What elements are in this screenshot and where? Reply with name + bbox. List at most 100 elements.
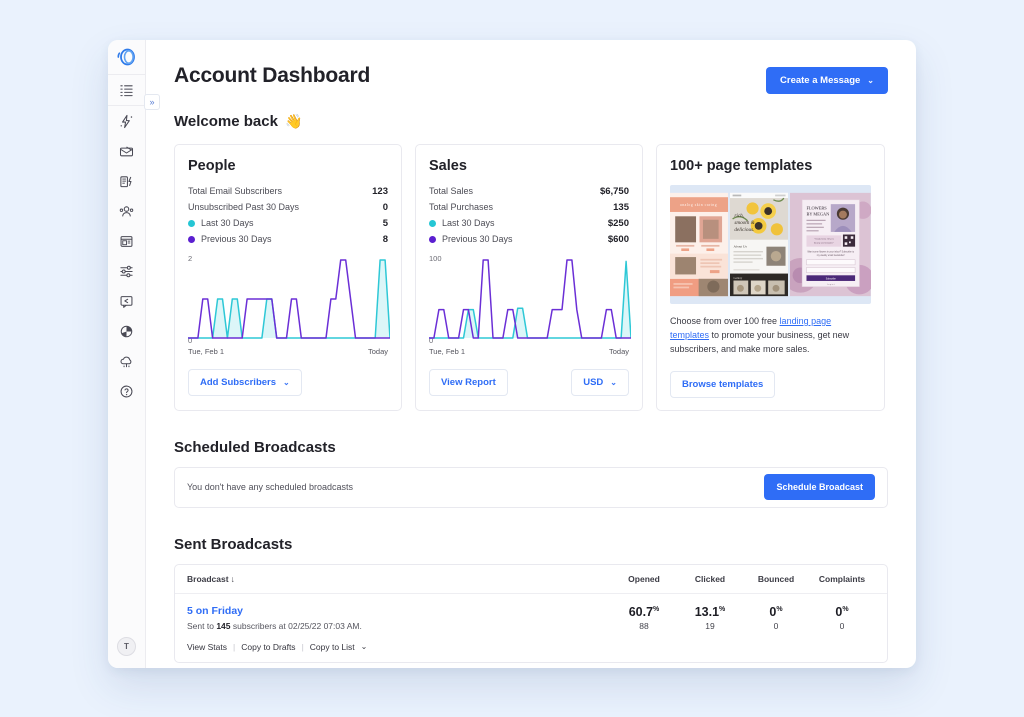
add-subscribers-button[interactable]: Add Subscribers ⌄ <box>188 369 302 396</box>
broadcast-cell: 5 on Friday Sent to 145 subscribers at 0… <box>187 605 611 652</box>
svg-text:my weekly email newsletter!: my weekly email newsletter! <box>817 254 845 257</box>
stat-label-with-dot: Previous 30 Days <box>188 234 272 244</box>
sidebar-item-broadcasts[interactable] <box>108 166 146 196</box>
sent-broadcasts-title: Sent Broadcasts <box>174 535 293 553</box>
sales-chart-svg <box>429 259 631 339</box>
template-thumb-florist: FLOWERS BY MEGAN "I make home flowers dr… <box>790 192 871 297</box>
action-separator: | <box>233 641 236 652</box>
currency-label: USD <box>583 377 604 388</box>
scheduled-broadcasts-title: Scheduled Broadcasts <box>174 438 336 456</box>
metric-opened-percent: 60.7% <box>611 605 677 619</box>
metric-complaints-percent: 0% <box>809 605 875 619</box>
cloud-icon <box>120 356 132 367</box>
sort-arrow-icon: ↓ <box>230 573 235 584</box>
percent-sign: % <box>842 605 849 613</box>
schedule-broadcast-button[interactable]: Schedule Broadcast <box>764 474 875 501</box>
browse-templates-label: Browse templates <box>682 378 764 390</box>
stat-value: 135 <box>613 201 629 213</box>
templates-preview-image: analog skin caring rich, smooth & delici… <box>670 185 871 304</box>
column-header-bounced[interactable]: Bounced <box>743 574 809 584</box>
sent-broadcasts-table: Broadcast ↓ Opened Clicked Bounced Compl… <box>174 563 888 663</box>
template-thumb-beauty: analog skin caring <box>670 192 729 297</box>
convertkit-logo-icon <box>116 48 135 66</box>
welcome-heading: Welcome back 👋 <box>174 113 888 130</box>
templates-copy-before: Choose from over 100 free <box>670 316 780 326</box>
summary-cards: People Total Email Subscribers 123 Unsub… <box>174 144 888 411</box>
legend-dot-last-30 <box>188 219 195 227</box>
sidebar-item-subscribers[interactable] <box>108 196 146 226</box>
metric-opened: 60.7% 88 <box>611 605 677 631</box>
stat-label: Total Purchases <box>429 202 494 212</box>
column-header-broadcast[interactable]: Broadcast ↓ <box>187 574 611 584</box>
stat-row: Previous 30 Days $600 <box>429 231 629 247</box>
svg-text:delicious.: delicious. <box>734 227 754 233</box>
templates-description: Choose from over 100 free landing page t… <box>670 315 871 357</box>
broadcast-subtitle: Sent to 145 subscribers at 02/25/22 07:0… <box>187 621 611 631</box>
currency-selector[interactable]: USD ⌄ <box>571 369 629 396</box>
svg-text:dreamy and romantic": dreamy and romantic" <box>814 243 834 245</box>
sidebar-item-automations[interactable] <box>108 106 146 136</box>
people-card: People Total Email Subscribers 123 Unsub… <box>174 144 402 411</box>
table-row: 5 on Friday Sent to 145 subscribers at 0… <box>175 594 887 662</box>
wave-hand-icon: 👋 <box>284 113 303 129</box>
metric-value: 13.1 <box>694 604 720 619</box>
copy-to-list-link[interactable]: Copy to List <box>310 642 355 652</box>
percent-sign: % <box>719 605 726 613</box>
column-header-broadcast-label: Broadcast <box>187 573 229 584</box>
broadcast-title-link[interactable]: 5 on Friday <box>187 605 611 617</box>
people-chart-x-end: Today <box>367 347 388 356</box>
sales-chart-x-start: Tue, Feb 1 <box>429 347 465 356</box>
stat-value: 0 <box>382 201 388 213</box>
main-content: Account Dashboard Create a Message ⌄ Wel… <box>146 40 916 668</box>
avatar[interactable]: T <box>117 637 136 656</box>
view-stats-link[interactable]: View Stats <box>187 642 227 652</box>
svg-text:FLOWERS: FLOWERS <box>807 205 828 210</box>
create-message-button[interactable]: Create a Message ⌄ <box>766 67 888 94</box>
stat-row: Total Purchases 135 <box>429 199 629 215</box>
lightning-icon <box>120 114 133 128</box>
svg-text:f o p in t: f o p in t <box>827 283 835 286</box>
landing-page-icon <box>120 235 133 247</box>
sent-count: 145 <box>216 620 231 631</box>
metric-complaints: 0% 0 <box>809 605 875 631</box>
browse-templates-button[interactable]: Browse templates <box>670 370 776 398</box>
column-header-complaints[interactable]: Complaints <box>809 574 875 584</box>
sidebar-item-email[interactable] <box>108 136 146 166</box>
sidebar-item-help[interactable] <box>108 376 146 406</box>
sidebar-item-messages[interactable] <box>108 286 146 316</box>
stat-label-with-dot: Previous 30 Days <box>429 234 513 244</box>
stat-label: Unsubscribed Past 30 Days <box>188 202 300 212</box>
column-header-opened[interactable]: Opened <box>611 574 677 584</box>
view-report-label: View Report <box>441 377 496 388</box>
view-report-button[interactable]: View Report <box>429 369 508 396</box>
svg-text:Want some flowers in your inbo: Want some flowers in your inbox? Subscri… <box>808 251 856 254</box>
sidebar-item-reports[interactable] <box>108 316 146 346</box>
percent-sign: % <box>776 605 783 613</box>
envelope-icon <box>119 146 134 156</box>
sidebar-item-integrations[interactable] <box>108 346 146 376</box>
svg-text:Gallery: Gallery <box>734 276 743 280</box>
sidebar-item-settings[interactable] <box>108 256 146 286</box>
sidebar-item-landing-pages[interactable] <box>108 226 146 256</box>
stat-value: 123 <box>372 185 388 197</box>
metric-bounced-percent: 0% <box>743 605 809 619</box>
sales-card-title: Sales <box>429 158 467 174</box>
app-logo[interactable] <box>108 40 145 74</box>
stat-label: Total Sales <box>429 186 474 196</box>
table-header-row: Broadcast ↓ Opened Clicked Bounced Compl… <box>175 565 887 594</box>
app-window: T » Account Dashboard Create a Message ⌄… <box>108 40 916 668</box>
stat-row: Previous 30 Days 8 <box>188 231 388 247</box>
svg-text:analog skin caring: analog skin caring <box>680 203 717 207</box>
sidebar-item-tasks[interactable] <box>108 75 146 105</box>
page-title: Account Dashboard <box>174 64 371 87</box>
column-header-clicked[interactable]: Clicked <box>677 574 743 584</box>
help-icon <box>120 385 133 397</box>
copy-to-drafts-link[interactable]: Copy to Drafts <box>241 642 295 652</box>
metric-bounced-count: 0 <box>773 620 779 631</box>
sales-chart: 100 0 Tue, Feb 1 Today <box>429 254 631 356</box>
metric-clicked-percent: 13.1% <box>677 605 743 619</box>
percent-sign: % <box>653 605 660 613</box>
broadcast-icon <box>120 175 132 187</box>
metric-opened-count: 88 <box>639 620 649 631</box>
sidebar-collapse-button[interactable]: » <box>144 94 160 110</box>
